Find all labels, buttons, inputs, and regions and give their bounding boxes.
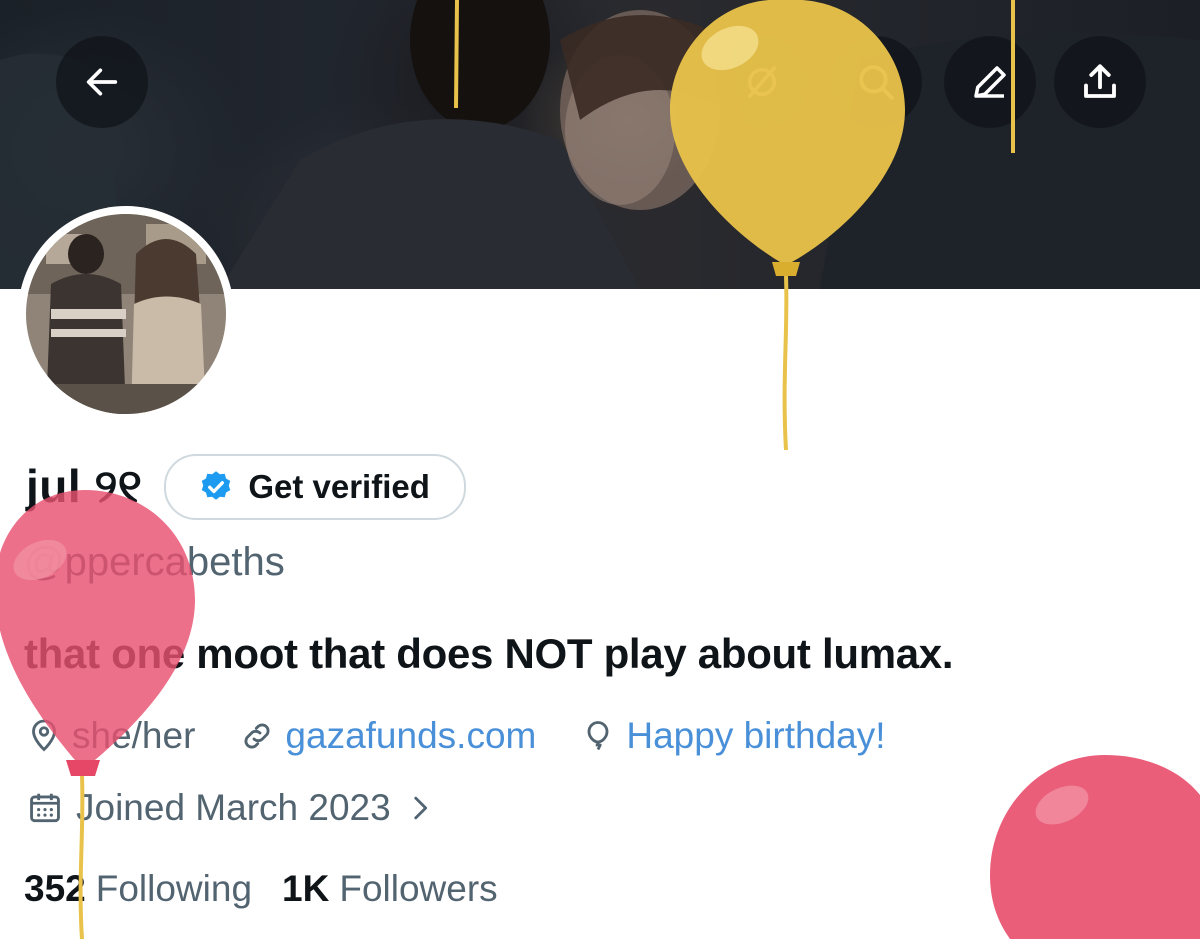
following-label[interactable]: Following — [96, 868, 252, 910]
follow-stats: 352 Following 1K Followers — [24, 868, 528, 910]
profile-handle: @ppercabeths — [24, 540, 285, 584]
get-verified-label: Get verified — [248, 468, 430, 505]
followers-count[interactable]: 1K — [282, 868, 329, 910]
calendar-icon — [30, 793, 60, 823]
verified-badge-icon — [202, 471, 231, 500]
website-item: gazafunds.com — [239, 715, 536, 757]
location-text: she/her — [72, 715, 196, 756]
profile-avatar[interactable] — [18, 206, 234, 422]
website-link[interactable]: gazafunds.com — [285, 715, 536, 757]
location-pin-icon — [32, 719, 56, 752]
back-button[interactable] — [56, 36, 148, 128]
birthday-link[interactable]: Happy birthday! — [626, 715, 885, 757]
edit-button[interactable] — [944, 36, 1036, 128]
grok-icon — [748, 66, 776, 98]
profile-meta-row: she/her gazafunds.com Happy birthday! — [26, 710, 930, 762]
birthday-item: Happy birthday! — [580, 715, 886, 757]
link-icon — [244, 723, 270, 749]
joined-text: Joined March 2023 — [76, 787, 391, 828]
edit-pencil-icon — [974, 66, 1006, 98]
back-arrow-icon — [86, 68, 118, 96]
get-verified-button[interactable]: Get verified — [164, 454, 466, 520]
balloon-icon — [587, 721, 609, 751]
profile-bio: that one moot that does NOT play about l… — [24, 630, 954, 677]
share-button[interactable] — [1054, 36, 1146, 128]
name-row: jul ୨୧ Get verified — [26, 452, 466, 522]
location-item: she/her — [26, 715, 195, 757]
search-icon — [859, 65, 894, 100]
followers-label[interactable]: Followers — [339, 868, 497, 910]
avatar-photo — [26, 214, 226, 414]
grok-button[interactable] — [716, 36, 808, 128]
search-button[interactable] — [830, 36, 922, 128]
chevron-right-icon — [414, 796, 427, 820]
following-count[interactable]: 352 — [24, 868, 86, 910]
pink-balloon-right — [990, 755, 1200, 939]
display-name: jul ୨୧ — [26, 460, 143, 512]
share-icon — [1084, 64, 1116, 98]
joined-date[interactable]: Joined March 2023 — [26, 782, 449, 834]
